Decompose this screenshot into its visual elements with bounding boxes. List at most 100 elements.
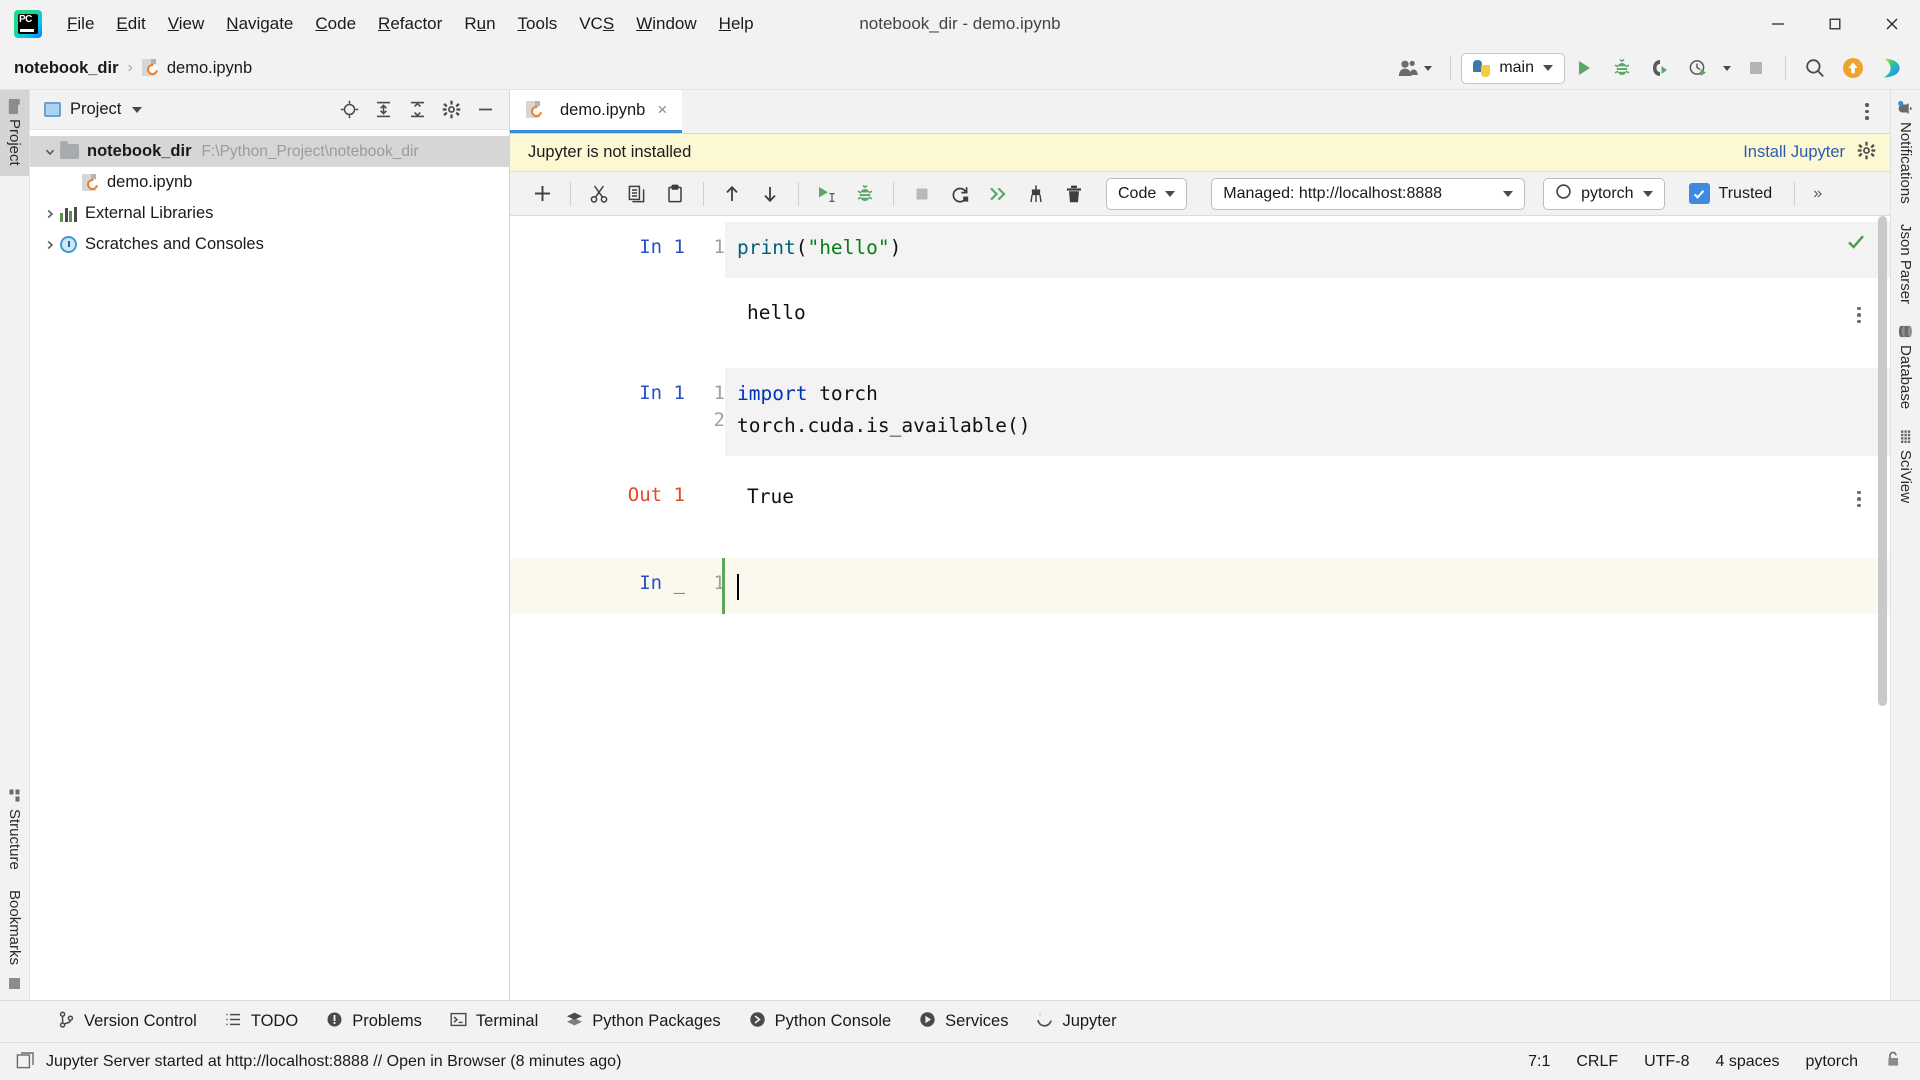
menu-item-run[interactable]: Run	[453, 10, 506, 38]
cut-cell-button[interactable]	[581, 177, 617, 211]
project-panel-header: Project	[30, 90, 509, 130]
search-icon[interactable]	[1796, 49, 1834, 87]
tool-window-python-packages[interactable]: Python Packages	[552, 1005, 734, 1039]
paste-cell-button[interactable]	[657, 177, 693, 211]
delete-cell-button[interactable]	[1056, 177, 1092, 211]
cell-source-active[interactable]	[722, 558, 1890, 614]
python-interpreter[interactable]: pytorch	[1806, 1053, 1858, 1071]
editor-scrollbar[interactable]	[1877, 216, 1888, 1000]
kernel-selector[interactable]: pytorch	[1543, 177, 1665, 210]
run-cell-button[interactable]	[809, 177, 845, 211]
unlocked-padlock-icon[interactable]	[1884, 1050, 1902, 1073]
user-account-icon[interactable]	[1390, 54, 1440, 83]
menu-item-vcs[interactable]: VCS	[568, 10, 625, 38]
trusted-checkbox[interactable]: Trusted	[1683, 183, 1779, 204]
caret-position[interactable]: 7:1	[1528, 1053, 1550, 1071]
menu-item-edit[interactable]: Edit	[105, 10, 156, 38]
tool-window-problems[interactable]: Problems	[312, 1005, 436, 1039]
minimize-icon[interactable]	[1749, 0, 1806, 47]
close-icon[interactable]	[1863, 0, 1920, 47]
sidebar-item-structure[interactable]: Structure	[0, 781, 29, 880]
cell-source[interactable]: import torch torch.cuda.is_available()	[725, 368, 1890, 456]
vertical-dots-icon[interactable]	[1852, 97, 1882, 127]
run-with-coverage-button[interactable]	[1641, 49, 1679, 87]
tool-window-todo[interactable]: TODO	[211, 1005, 312, 1039]
ai-assistant-icon[interactable]	[1872, 49, 1910, 87]
sidebar-item-database[interactable]: Database	[1891, 314, 1920, 419]
jupyter-server-selector[interactable]: Managed: http://localhost:8888	[1211, 177, 1526, 210]
cell-source[interactable]: print("hello")	[725, 222, 1890, 278]
run-configuration-label: main	[1499, 59, 1534, 76]
update-project-button[interactable]	[1834, 49, 1872, 87]
tool-window-python-console[interactable]: Python Console	[735, 1005, 906, 1039]
interrupt-kernel-button[interactable]	[904, 177, 940, 211]
cell-type-selector[interactable]: Code	[1106, 177, 1188, 210]
line-separator[interactable]: CRLF	[1576, 1053, 1618, 1071]
line-number-column: 1 2	[685, 368, 725, 456]
stop-button[interactable]	[1737, 49, 1775, 87]
notebook-cell[interactable]: In 1 1 print("hello")	[510, 222, 1890, 278]
menu-item-window[interactable]: Window	[625, 10, 707, 38]
menu-item-code[interactable]: Code	[304, 10, 367, 38]
tree-row-external-libraries[interactable]: External Libraries	[30, 198, 509, 229]
inspection-check-icon[interactable]	[1846, 232, 1866, 258]
gear-icon[interactable]	[435, 94, 467, 126]
tool-window-services[interactable]: Services	[905, 1005, 1022, 1039]
debug-bug-icon[interactable]	[1603, 49, 1641, 87]
menu-item-help[interactable]: Help	[708, 10, 765, 38]
maximize-icon[interactable]	[1806, 0, 1863, 47]
profile-button[interactable]	[1679, 49, 1717, 87]
file-encoding[interactable]: UTF-8	[1644, 1053, 1689, 1071]
copy-cell-button[interactable]	[619, 177, 655, 211]
menu-item-refactor[interactable]: Refactor	[367, 10, 453, 38]
chevron-down-icon	[1165, 190, 1176, 197]
menu-item-file[interactable]: File	[56, 10, 105, 38]
output-actions-menu[interactable]	[1846, 302, 1872, 328]
chevron-down-icon[interactable]	[40, 146, 60, 158]
sidebar-item-project[interactable]: Project	[0, 90, 29, 176]
run-all-cells-button[interactable]	[980, 177, 1016, 211]
sidebar-item-sciview-label: SciView	[1897, 449, 1914, 504]
gear-icon[interactable]	[1857, 141, 1876, 165]
move-cell-down-button[interactable]	[752, 177, 788, 211]
menu-item-view[interactable]: View	[157, 10, 216, 38]
sidebar-item-json-parser[interactable]: Json Parser	[1891, 214, 1920, 314]
breadcrumb-file[interactable]: demo.ipynb	[167, 59, 252, 78]
restart-kernel-button[interactable]	[942, 177, 978, 211]
collapse-all-icon[interactable]	[401, 94, 433, 126]
profile-chevron-down-icon[interactable]	[1717, 49, 1737, 87]
tree-row-scratches-and-consoles[interactable]: Scratches and Consoles	[30, 229, 509, 260]
indent-setting[interactable]: 4 spaces	[1715, 1053, 1779, 1071]
tool-window-version-control[interactable]: Version Control	[44, 1005, 211, 1039]
menu-item-navigate[interactable]: Navigate	[215, 10, 304, 38]
status-message[interactable]: Jupyter Server started at http://localho…	[46, 1053, 621, 1071]
add-cell-button[interactable]	[524, 177, 560, 211]
move-cell-up-button[interactable]	[714, 177, 750, 211]
tool-window-terminal[interactable]: Terminal	[436, 1005, 552, 1039]
tool-window-jupyter[interactable]: Jupyter	[1022, 1005, 1130, 1039]
breadcrumb-project[interactable]: notebook_dir	[14, 59, 119, 78]
locate-target-icon[interactable]	[333, 94, 365, 126]
sidebar-item-sciview[interactable]: SciView	[1891, 419, 1920, 513]
project-view-chevron-down-icon[interactable]	[132, 106, 143, 113]
tree-row-demo-ipynb[interactable]: demo.ipynb	[30, 167, 509, 198]
install-jupyter-link[interactable]: Install Jupyter	[1743, 143, 1845, 162]
sidebar-item-bookmarks[interactable]: Bookmarks	[0, 880, 29, 975]
toolbar-overflow-button[interactable]: »	[1805, 185, 1830, 203]
expand-all-icon[interactable]	[367, 94, 399, 126]
tab-demo-ipynb[interactable]: demo.ipynb ×	[510, 90, 683, 133]
chevron-right-icon[interactable]	[40, 208, 60, 220]
menu-item-tools[interactable]: Tools	[507, 10, 569, 38]
output-actions-menu[interactable]	[1846, 486, 1872, 512]
chevron-right-icon[interactable]	[40, 239, 60, 251]
notebook-cell[interactable]: In 1 1 2 import torch torch.cuda.is_avai…	[510, 368, 1890, 456]
tree-row-notebook-dir[interactable]: notebook_dir F:\Python_Project\notebook_…	[30, 136, 509, 167]
clear-outputs-button[interactable]	[1018, 177, 1054, 211]
close-icon[interactable]: ×	[654, 100, 670, 120]
run-button[interactable]	[1565, 49, 1603, 87]
notebook-cell-active[interactable]: In _ 1	[510, 558, 1890, 614]
debug-cell-button[interactable]	[847, 177, 883, 211]
sidebar-item-notifications[interactable]: Notifications	[1891, 90, 1920, 214]
minimize-panel-icon[interactable]	[469, 94, 501, 126]
run-configuration-selector[interactable]: main	[1461, 52, 1565, 84]
